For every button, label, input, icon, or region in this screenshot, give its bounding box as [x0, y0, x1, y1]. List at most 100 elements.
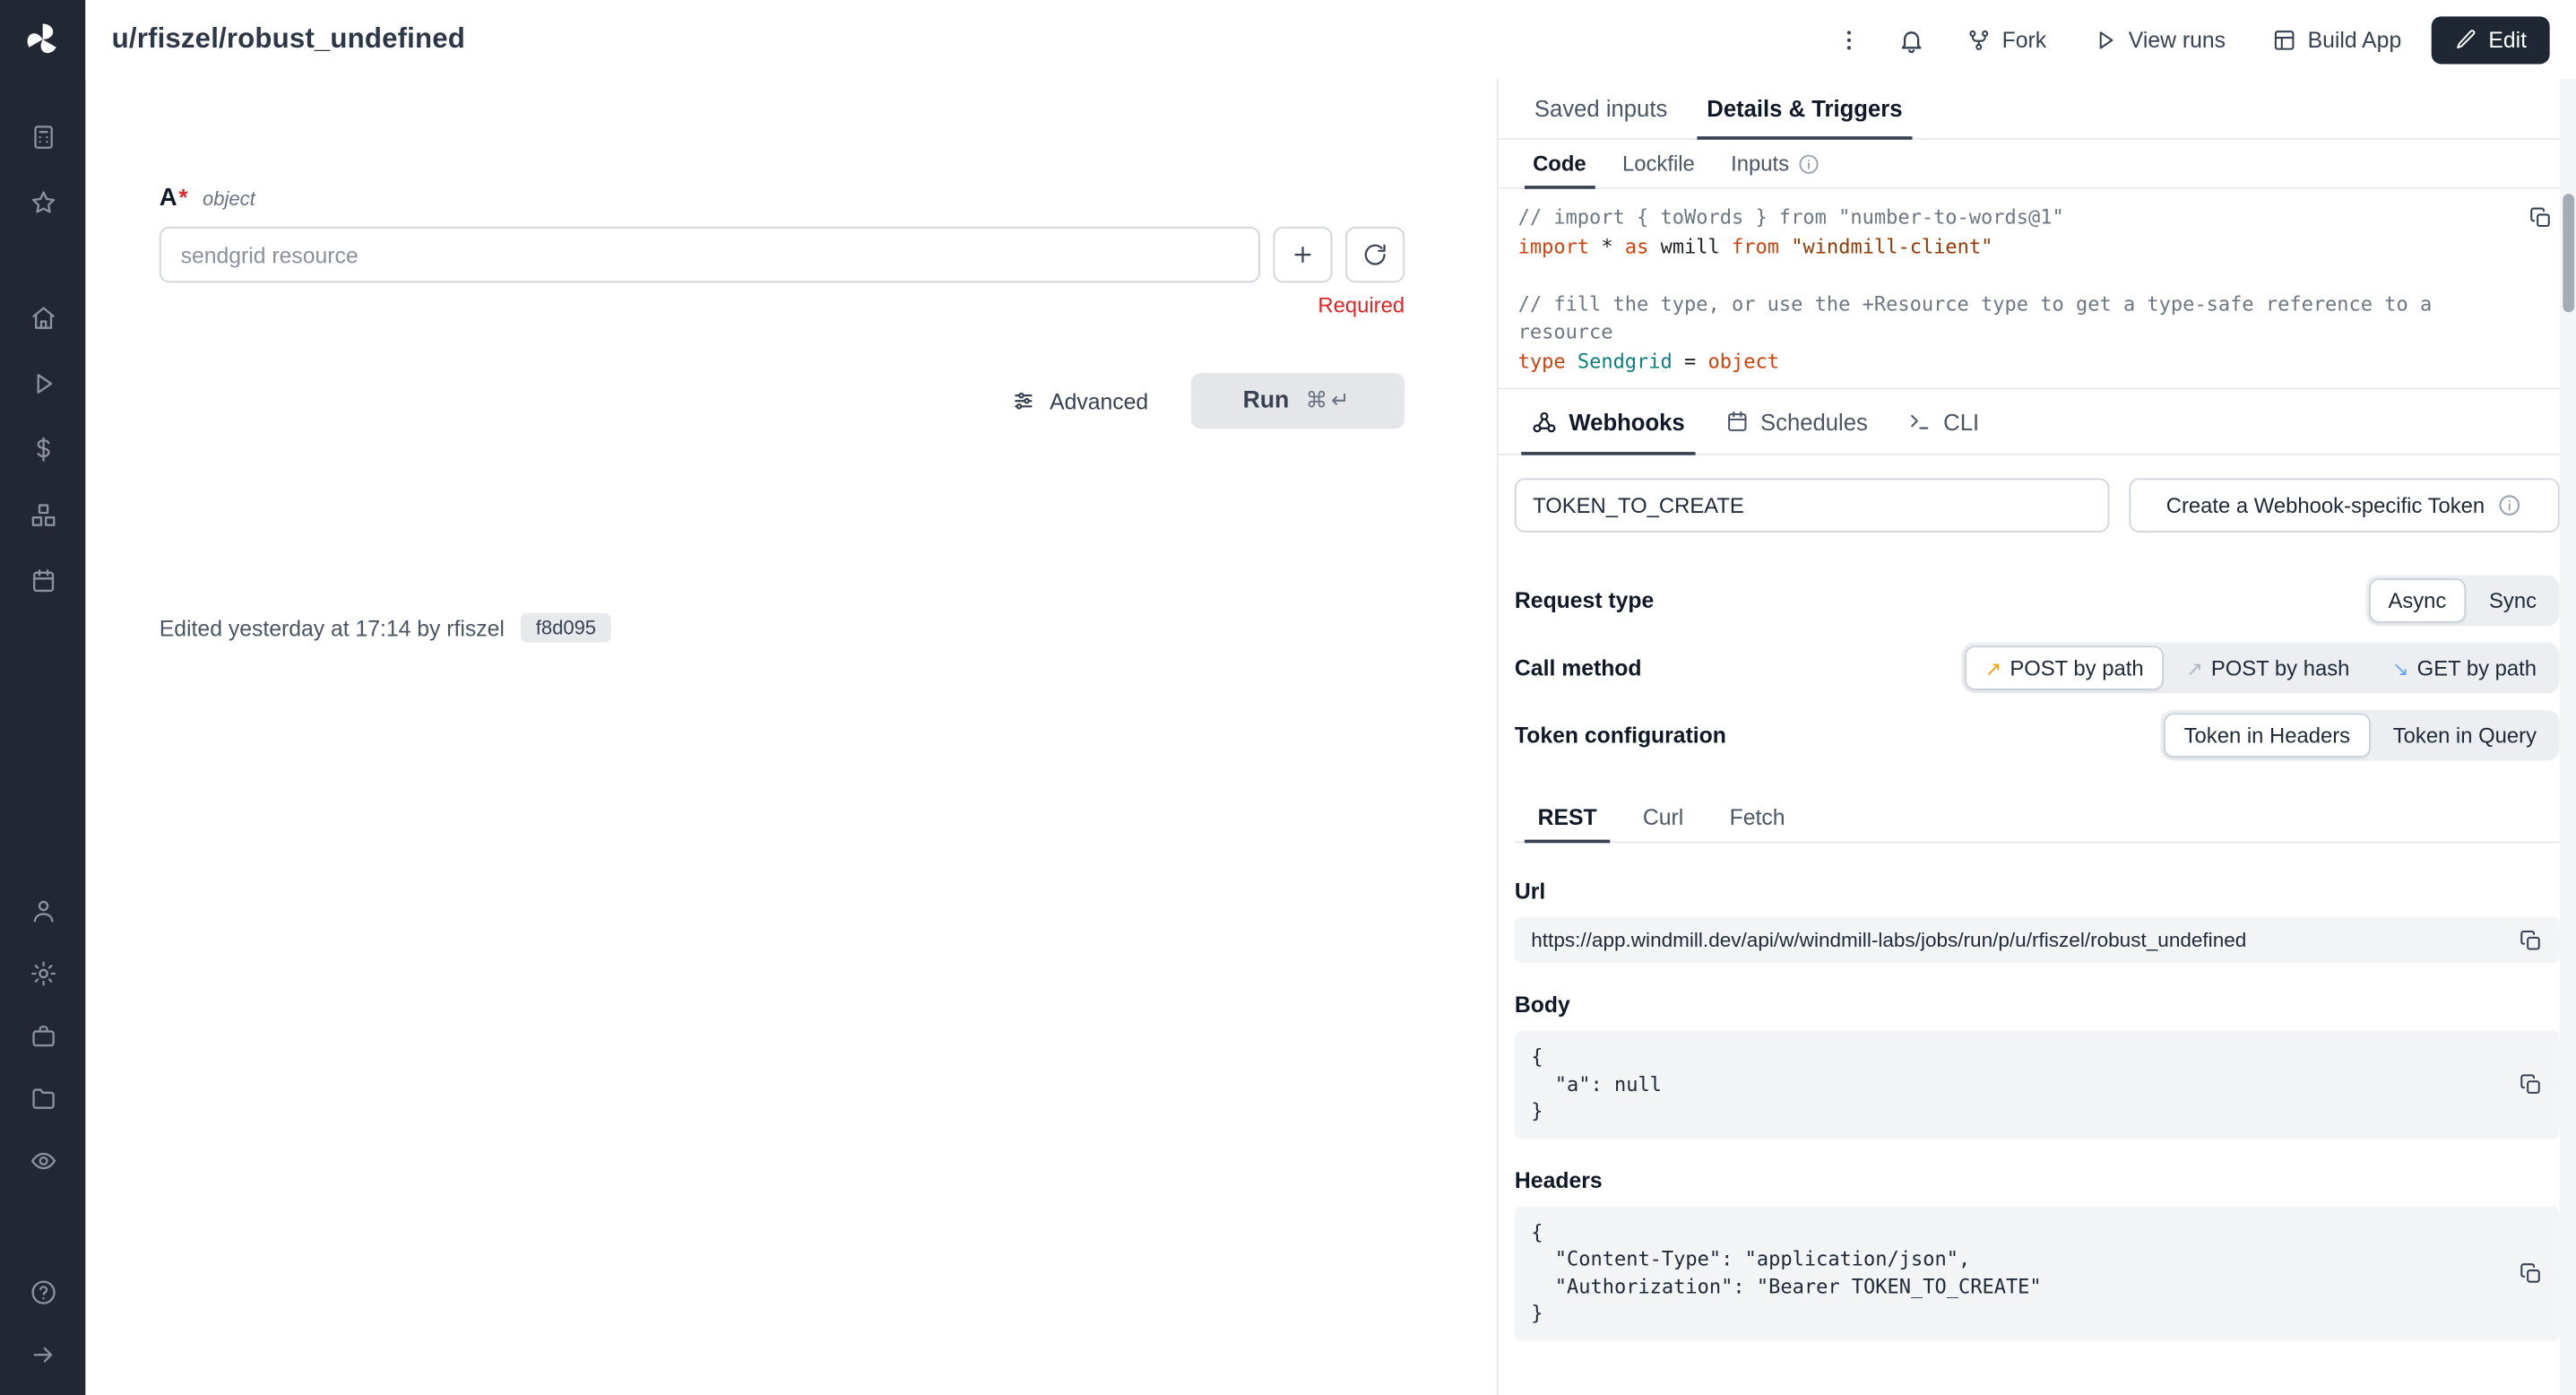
refresh-button[interactable] [1345, 227, 1405, 282]
code-tab-bar: Code Lockfile Inputs [1499, 140, 2576, 189]
folders-icon[interactable] [0, 1067, 85, 1130]
copy-body-button[interactable] [2519, 1072, 2543, 1096]
webhook-icon [1531, 408, 1557, 434]
copy-headers-button[interactable] [2519, 1261, 2543, 1285]
variables-icon[interactable] [0, 416, 85, 481]
tab-fetch[interactable]: Fetch [1707, 793, 1808, 841]
edit-button[interactable]: Edit [2431, 15, 2549, 63]
tab-rest[interactable]: REST [1515, 793, 1620, 841]
sidebar [0, 0, 85, 1395]
call-method-get-by-path[interactable]: ↘ GET by path [2373, 646, 2556, 689]
snippet-tab-bar: REST Curl Fetch [1515, 793, 2560, 843]
calendar-icon [1725, 409, 1749, 433]
version-hash-badge[interactable]: f8d095 [521, 613, 610, 643]
app-root: u/rfiszel/robust_undefined Fork View run… [0, 0, 2576, 1395]
view-runs-button[interactable]: View runs [2076, 17, 2242, 61]
required-asterisk: * [178, 184, 187, 210]
home-icon[interactable] [0, 284, 85, 350]
headers-box: { "Content-Type": "application/json", "A… [1515, 1205, 2560, 1339]
layout-grid-icon [2271, 27, 2295, 51]
post-hash-arrow-icon: ↗ [2186, 656, 2202, 680]
tab-cli[interactable]: CLI [1888, 389, 1999, 453]
url-value: https://app.windmill.dev/api/w/windmill-… [1531, 929, 2519, 952]
token-info-icon [2498, 493, 2522, 517]
request-type-async[interactable]: Async [2368, 578, 2466, 622]
help-icon[interactable] [0, 1261, 85, 1323]
tab-saved-inputs[interactable]: Saved inputs [1515, 79, 1687, 138]
windmill-logo-icon[interactable] [0, 0, 85, 79]
run-shortcut: ⌘↵ [1306, 388, 1353, 414]
tab-lockfile[interactable]: Lockfile [1604, 140, 1713, 187]
webhooks-panel: Create a Webhook-specific Token Request … [1499, 455, 2576, 1366]
runs-icon[interactable] [0, 350, 85, 415]
schema-field-label: A * object [160, 184, 1405, 212]
fork-label: Fork [2002, 27, 2046, 51]
add-resource-button[interactable] [1273, 227, 1332, 282]
tab-details-triggers[interactable]: Details & Triggers [1687, 79, 1922, 138]
headers-label: Headers [1515, 1167, 2560, 1191]
trigger-tab-bar: Webhooks Schedules CLI [1499, 389, 2576, 455]
play-icon [2092, 27, 2116, 51]
edited-text: Edited yesterday at 17:14 by rfiszel [160, 615, 505, 639]
token-config-label: Token configuration [1515, 723, 1726, 747]
users-icon[interactable] [0, 879, 85, 942]
scrollbar-track[interactable] [2560, 79, 2576, 1395]
settings-gear-icon[interactable] [0, 941, 85, 1004]
page-title: u/rfiszel/robust_undefined [112, 23, 465, 56]
view-runs-label: View runs [2129, 27, 2226, 51]
audit-logs-eye-icon[interactable] [0, 1129, 85, 1191]
topbar: u/rfiszel/robust_undefined Fork View run… [85, 0, 2576, 79]
copy-url-button[interactable] [2519, 928, 2543, 952]
required-hint: Required [160, 292, 1405, 316]
build-app-button[interactable]: Build App [2255, 17, 2418, 61]
body-label: Body [1515, 992, 2560, 1017]
get-arrow-icon: ↘ [2392, 656, 2408, 680]
advanced-label: Advanced [1050, 388, 1148, 412]
tab-inputs[interactable]: Inputs [1713, 140, 1838, 187]
call-method-group: ↗ POST by path ↗ POST by hash ↘ GET by p… [1962, 643, 2560, 694]
request-type-label: Request type [1515, 588, 1654, 612]
body-value: { "a": null } [1531, 1044, 2503, 1125]
advanced-button[interactable]: Advanced [1010, 388, 1148, 414]
request-type-sync[interactable]: Sync [2469, 578, 2556, 622]
schedules-icon[interactable] [0, 547, 85, 612]
token-config-group: Token in Headers Token in Query [2161, 710, 2560, 761]
advanced-sliders-icon [1010, 388, 1036, 414]
tab-code[interactable]: Code [1515, 140, 1604, 187]
apps-icon[interactable] [0, 103, 85, 169]
token-input[interactable] [1515, 478, 2110, 532]
create-webhook-token-button[interactable]: Create a Webhook-specific Token [2129, 478, 2559, 532]
notifications-bell-button[interactable] [1887, 14, 1936, 64]
call-method-post-by-path[interactable]: ↗ POST by path [1966, 646, 2164, 689]
expand-sidebar-icon[interactable] [0, 1322, 85, 1385]
terminal-icon [1907, 409, 1932, 433]
build-app-label: Build App [2308, 27, 2402, 51]
field-type: object [203, 187, 255, 211]
workers-icon[interactable] [0, 1004, 85, 1067]
edit-label: Edit [2488, 27, 2527, 51]
tab-curl[interactable]: Curl [1620, 793, 1707, 841]
code-lines: // import { toWords } from "number-to-wo… [1518, 204, 2517, 376]
favorites-icon[interactable] [0, 169, 85, 235]
headers-value: { "Content-Type": "application/json", "A… [1531, 1218, 2503, 1327]
pencil-icon [2454, 28, 2477, 51]
run-button[interactable]: Run ⌘↵ [1191, 373, 1405, 429]
copy-code-button[interactable] [2525, 202, 2556, 233]
fork-button[interactable]: Fork [1949, 17, 2062, 61]
token-in-query[interactable]: Token in Query [2373, 713, 2556, 757]
post-arrow-icon: ↗ [1985, 656, 2001, 680]
token-in-headers[interactable]: Token in Headers [2165, 713, 2370, 757]
tab-webhooks[interactable]: Webhooks [1511, 389, 1704, 453]
tab-schedules[interactable]: Schedules [1705, 389, 1888, 453]
call-method-label: Call method [1515, 655, 1642, 680]
call-method-post-by-hash[interactable]: ↗ POST by hash [2166, 646, 2369, 689]
url-label: Url [1515, 879, 2560, 904]
more-menu-button[interactable] [1825, 14, 1874, 64]
url-box: https://app.windmill.dev/api/w/windmill-… [1515, 917, 2560, 963]
run-label: Run [1243, 388, 1290, 414]
fork-icon [1966, 27, 1990, 51]
scrollbar-thumb[interactable] [2562, 194, 2573, 312]
field-name: A [160, 184, 177, 212]
resource-input[interactable] [160, 227, 1260, 282]
resources-icon[interactable] [0, 481, 85, 547]
